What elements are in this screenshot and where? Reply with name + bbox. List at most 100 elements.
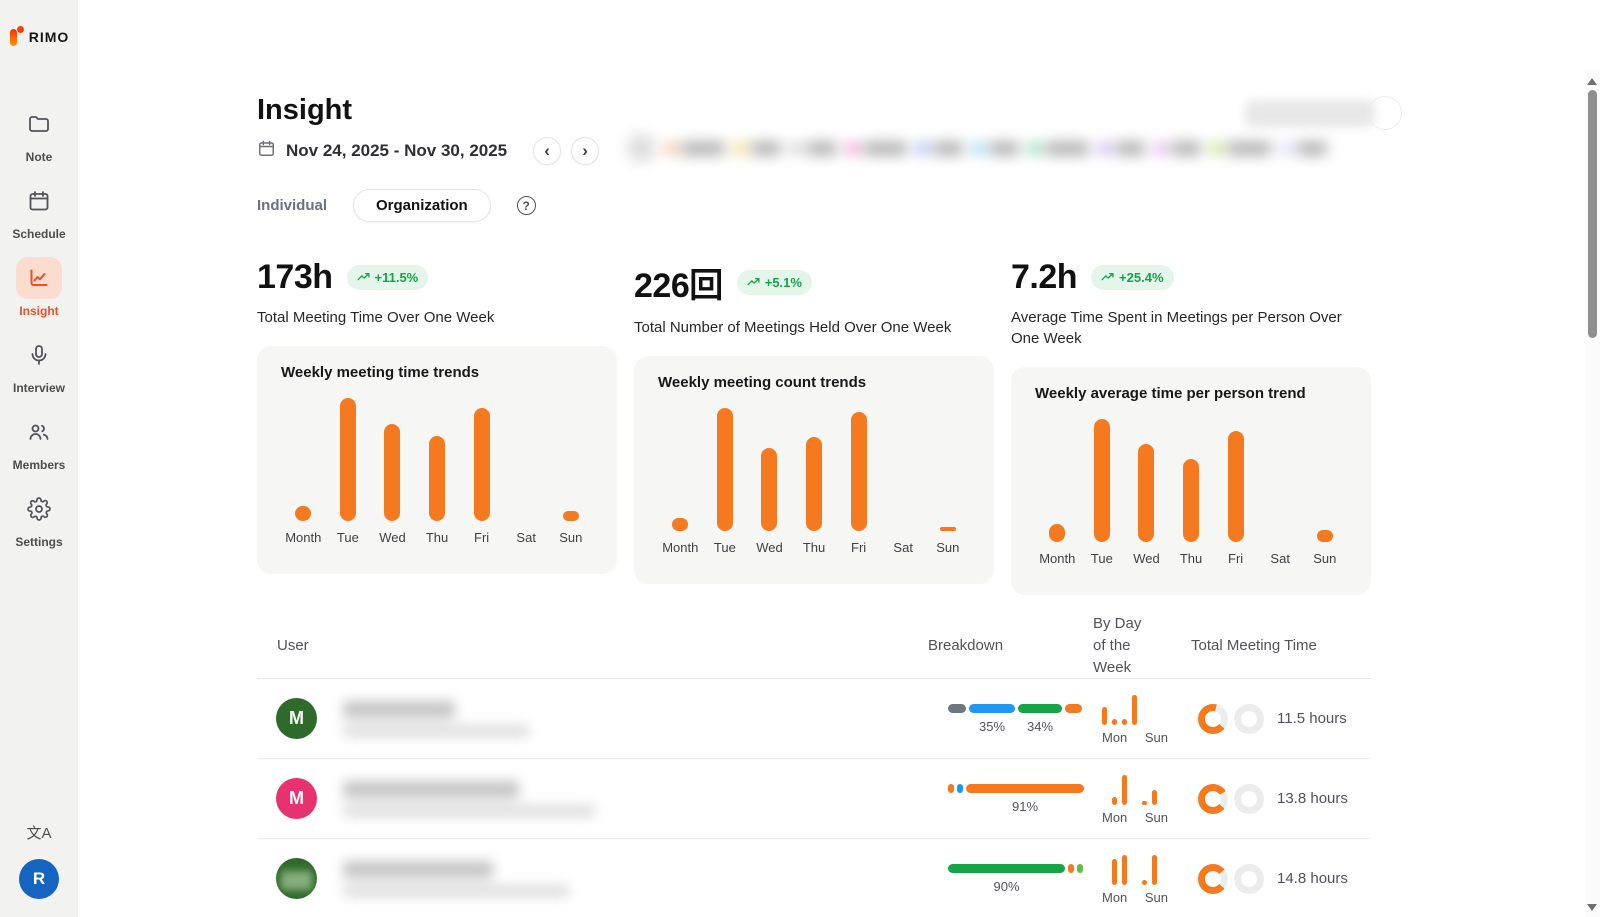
chart-title: Weekly meeting count trends — [658, 374, 970, 391]
redacted-user-name — [343, 861, 569, 897]
bar-Tue — [1094, 419, 1110, 542]
breakdown-percent: 91% — [1012, 799, 1038, 814]
avatar — [276, 858, 317, 899]
bar-Month — [1049, 524, 1065, 542]
sidebar-item-settings[interactable]: Settings — [15, 488, 62, 549]
breakdown-segment — [966, 784, 1084, 793]
mini-bar — [1122, 775, 1127, 805]
by-day-mini-chart: MonSun — [1086, 853, 1191, 905]
help-icon[interactable]: ? — [517, 196, 536, 215]
bar-Month — [295, 506, 311, 521]
redacted-filter-chip[interactable] — [735, 142, 781, 155]
mini-axis-sun: Sun — [1145, 730, 1168, 745]
sidebar-item-members[interactable]: Members — [13, 411, 66, 472]
breakdown-segment — [969, 704, 1015, 713]
kpi-delta-badge: +25.4% — [1091, 265, 1173, 290]
redacted-filter-chip-row — [627, 134, 1327, 162]
bar-column: Month — [281, 387, 326, 545]
bar-column: Thu — [1169, 408, 1214, 566]
table-row[interactable]: 90%MonSun14.8 hours — [257, 839, 1371, 917]
breakdown-segment — [948, 704, 966, 713]
kpi-value: 7.2h — [1011, 258, 1077, 297]
redacted-filter-chip[interactable] — [1155, 142, 1201, 155]
redacted-avatar-initials — [281, 871, 312, 890]
mini-bar — [1102, 707, 1107, 725]
redacted-avatar-chip[interactable] — [627, 134, 655, 162]
bar-column: Tue — [1080, 408, 1125, 566]
bar-Month — [672, 518, 688, 531]
sidebar-item-note[interactable]: Note — [16, 103, 62, 164]
breakdown-cell: 91% — [928, 784, 1086, 814]
chip-color-dot — [917, 143, 928, 154]
sidebar-item-label: Note — [26, 150, 53, 164]
user-avatar[interactable]: R — [19, 859, 59, 899]
bar-column: Tue — [326, 387, 371, 545]
people-icon — [16, 411, 62, 453]
x-axis-tick: Tue — [337, 530, 359, 545]
chip-redacted-text — [1227, 142, 1271, 155]
chip-color-dot — [791, 143, 802, 154]
chart-card-count-trends: Weekly meeting count trends MonthTueWedT… — [634, 356, 994, 584]
mini-axis-mon: Mon — [1102, 810, 1127, 825]
redacted-filter-chip[interactable] — [1211, 142, 1271, 155]
chip-color-dot — [1211, 143, 1222, 154]
breakdown-segment — [948, 784, 954, 793]
x-axis-tick: Month — [662, 540, 698, 555]
redacted-filter-chip[interactable] — [1281, 142, 1327, 155]
next-week-button[interactable]: › — [571, 137, 599, 165]
mini-bar — [1142, 801, 1147, 805]
chip-redacted-text — [681, 142, 725, 155]
sidebar-bottom: 文A R — [0, 822, 78, 899]
redacted-filter-chip[interactable] — [917, 142, 963, 155]
mini-axis-sun: Sun — [1145, 810, 1168, 825]
chip-color-dot — [1029, 143, 1040, 154]
bar-column: Wed — [1124, 408, 1169, 566]
redacted-filter-chip[interactable] — [1029, 142, 1089, 155]
kpi-row: 173h +11.5% Total Meeting Time Over One … — [257, 258, 1584, 595]
redacted-filter-chip[interactable] — [847, 142, 907, 155]
chart-card-time-trends: Weekly meeting time trends MonthTueWedTh… — [257, 346, 617, 574]
bar-chart-count-trends: MonthTueWedThuFriSatSun — [658, 397, 970, 555]
sidebar-item-schedule[interactable]: Schedule — [12, 180, 65, 241]
bar-Tue — [340, 398, 356, 521]
column-header-by-day: By Day of the Week — [1086, 613, 1152, 678]
total-time-cell: 13.8 hours — [1191, 784, 1371, 814]
chip-redacted-text — [863, 142, 907, 155]
redacted-filter-chip[interactable] — [1099, 142, 1145, 155]
bar-column: Sat — [504, 387, 549, 545]
avatar: M — [276, 698, 317, 739]
x-axis-tick: Fri — [1228, 551, 1243, 566]
sidebar-item-insight[interactable]: Insight — [16, 257, 62, 318]
redacted-filter-chip[interactable] — [665, 142, 725, 155]
rimo-logo-icon — [9, 26, 24, 47]
bar-Thu — [1183, 459, 1199, 542]
x-axis-tick: Fri — [474, 530, 489, 545]
chip-redacted-text — [1171, 142, 1201, 155]
language-icon[interactable]: 文A — [26, 822, 51, 843]
breakdown-cell: 35%34% — [928, 704, 1086, 734]
folder-icon — [16, 103, 62, 145]
bar-column: Tue — [703, 397, 748, 555]
x-axis-tick: Sat — [516, 530, 536, 545]
scrollbar-down-arrow[interactable] — [1587, 904, 1597, 911]
date-range: Nov 24, 2025 - Nov 30, 2025 — [286, 141, 507, 161]
user-cell: M — [257, 698, 928, 739]
sidebar-item-interview[interactable]: Interview — [13, 334, 65, 395]
prev-week-button[interactable]: ‹ — [533, 137, 561, 165]
breakdown-segment — [1077, 864, 1083, 873]
redacted-filter-chip[interactable] — [973, 142, 1019, 155]
bar-Thu — [429, 436, 445, 521]
redacted-filter-chip[interactable] — [791, 142, 837, 155]
x-axis-tick: Sun — [936, 540, 959, 555]
scrollbar-thumb[interactable] — [1588, 90, 1597, 338]
trending-up-icon — [357, 271, 370, 284]
scrollbar-up-arrow[interactable] — [1587, 78, 1597, 85]
bar-Thu — [806, 437, 822, 531]
table-row[interactable]: M91%MonSun13.8 hours — [257, 759, 1371, 839]
app-logo: RIMO — [9, 26, 70, 47]
bar-chart-time-trends: MonthTueWedThuFriSatSun — [281, 387, 593, 545]
tab-individual[interactable]: Individual — [257, 197, 327, 214]
table-row[interactable]: M35%34%MonSun11.5 hours — [257, 679, 1371, 759]
x-axis-tick: Thu — [426, 530, 448, 545]
tab-organization[interactable]: Organization — [353, 189, 491, 222]
